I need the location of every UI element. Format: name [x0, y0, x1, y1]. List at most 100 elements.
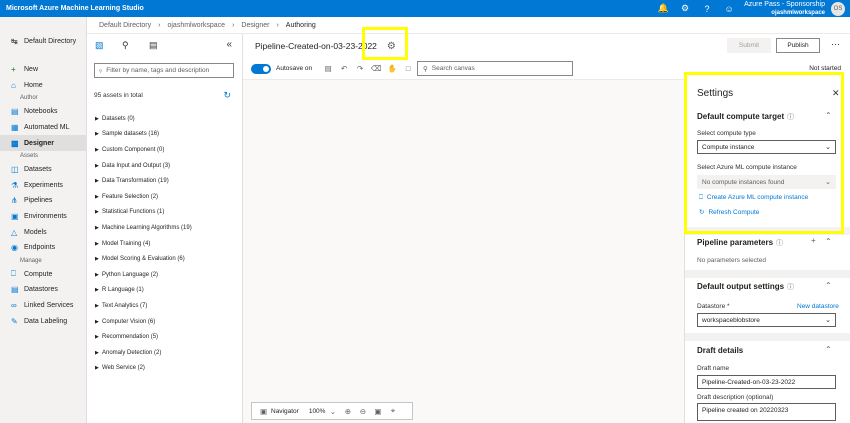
- nav-item-datasets[interactable]: ◫ Datasets: [0, 162, 86, 178]
- search-icon: ⚲: [423, 65, 428, 73]
- zoom-out-icon[interactable]: ⊖: [355, 407, 370, 416]
- asset-category[interactable]: ▶ Model Scoring & Evaluation (6): [95, 251, 192, 267]
- asset-category[interactable]: ▶ Web Service (2): [95, 361, 192, 377]
- endpoints-icon: ◉: [11, 243, 18, 253]
- caret-right-icon: ▶: [95, 256, 99, 263]
- left-nav: ↹ Default Directory + New ⌂ Home Author …: [0, 17, 87, 423]
- nav-item-models[interactable]: △ Models: [0, 224, 86, 240]
- nav-item-label: Notebooks: [24, 108, 58, 116]
- asset-category[interactable]: ▶ Statistical Functions (1): [95, 205, 192, 221]
- chevron-up-icon[interactable]: ⌃: [825, 281, 832, 290]
- asset-category[interactable]: ▶ Feature Selection (2): [95, 189, 192, 205]
- breadcrumb-item[interactable]: Designer: [241, 22, 269, 29]
- breadcrumb-current: Authoring: [285, 21, 316, 29]
- asset-category-label: Sample datasets (16): [102, 131, 160, 138]
- breadcrumb-item[interactable]: Default Directory: [99, 22, 151, 29]
- zoom-in-icon[interactable]: ⊕: [340, 407, 355, 416]
- designer-canvas[interactable]: ▣ Navigator 100% ⌄ ⊕ ⊖ ▣ ⌖: [243, 80, 684, 423]
- info-icon[interactable]: ⓘ: [787, 284, 794, 291]
- asset-category[interactable]: ▶ Computer Vision (6): [95, 314, 192, 330]
- pan-icon[interactable]: ✋: [384, 64, 400, 73]
- document-icon[interactable]: ▤: [149, 40, 176, 51]
- nav-item-label: Models: [24, 228, 47, 236]
- nav-item-notebooks[interactable]: ▤ Notebooks: [0, 104, 86, 120]
- comment-icon[interactable]: □: [400, 64, 416, 73]
- avatar[interactable]: OS: [831, 1, 845, 16]
- asset-category[interactable]: ▶ Text Analytics (7): [95, 298, 192, 314]
- submit-button[interactable]: Submit: [727, 38, 771, 53]
- asset-category[interactable]: ▶ Anomaly Detection (2): [95, 345, 192, 361]
- redo-icon[interactable]: ↷: [352, 64, 368, 73]
- nav-item-endpoints[interactable]: ◉ Endpoints: [0, 240, 86, 256]
- add-parameter-icon[interactable]: +: [811, 236, 816, 245]
- nav-item-label: Pipelines: [24, 197, 53, 205]
- search-canvas-input[interactable]: ⚲ Search canvas: [417, 61, 573, 76]
- autosave-toggle[interactable]: [251, 63, 271, 74]
- publish-button[interactable]: Publish: [776, 38, 820, 53]
- nav-item-label: Experiments: [24, 181, 63, 189]
- asset-category-label: Recommendation (5): [102, 334, 159, 341]
- fit-icon[interactable]: ▣: [370, 407, 385, 416]
- section-title: Default output settings: [697, 282, 785, 291]
- asset-category[interactable]: ▶ Recommendation (5): [95, 329, 192, 345]
- nav-item-label: Designer: [24, 139, 54, 147]
- info-icon[interactable]: ⓘ: [776, 240, 783, 247]
- asset-category-label: Python Language (2): [102, 271, 159, 278]
- caret-right-icon: ▶: [95, 131, 99, 138]
- caret-right-icon: ▶: [95, 146, 99, 153]
- new-datastore-link[interactable]: New datastore: [797, 303, 839, 310]
- asset-category[interactable]: ▶ Python Language (2): [95, 267, 192, 283]
- reset-view-icon[interactable]: ⌖: [385, 406, 400, 416]
- nav-item-experiments[interactable]: ⚗ Experiments: [0, 178, 86, 194]
- asset-category[interactable]: ▶ Data Transformation (19): [95, 173, 192, 189]
- refresh-icon[interactable]: ↻: [223, 90, 231, 101]
- navigator-icon[interactable]: ▣: [256, 407, 271, 416]
- datastore-select[interactable]: workspaceblobstore ⌄: [697, 313, 836, 327]
- bell-icon[interactable]: 🔔: [652, 3, 674, 14]
- undo-icon[interactable]: ↶: [336, 64, 352, 73]
- help-icon[interactable]: ?: [696, 4, 718, 14]
- nav-item-new[interactable]: + New: [0, 62, 86, 78]
- nav-item-label: Datasets: [24, 166, 52, 174]
- draft-name-input[interactable]: Pipeline-Created-on-03-23-2022: [697, 375, 836, 389]
- more-options-icon[interactable]: ⋯: [831, 39, 840, 50]
- navigator-label[interactable]: Navigator: [271, 408, 299, 415]
- collapse-panel-icon[interactable]: «: [226, 39, 232, 50]
- library-icon[interactable]: ▧: [95, 40, 122, 51]
- asset-category-label: Web Service (2): [102, 365, 145, 372]
- asset-category-label: Custom Component (0): [102, 146, 165, 153]
- nav-item-pipelines[interactable]: ⋔ Pipelines: [0, 193, 86, 209]
- nav-item-designer[interactable]: ▩ Designer: [0, 135, 86, 151]
- nav-item-environments[interactable]: ▣ Environments: [0, 209, 86, 225]
- nav-item-automated-ml[interactable]: ▦ Automated ML: [0, 120, 86, 136]
- asset-category[interactable]: ▶ Datasets (0): [95, 111, 192, 127]
- nav-item-data-labeling[interactable]: ✎ Data Labeling: [0, 313, 86, 329]
- asset-category[interactable]: ▶ Machine Learning Algorithms (19): [95, 220, 192, 236]
- account-info[interactable]: Azure Pass - Sponsorship ojashmlworkspac…: [740, 1, 831, 17]
- smiley-icon[interactable]: ☺: [718, 4, 740, 14]
- caret-right-icon: ▶: [95, 302, 99, 309]
- asset-category-label: Model Scoring & Evaluation (6): [102, 256, 185, 263]
- asset-category[interactable]: ▶ Data Input and Output (3): [95, 158, 192, 174]
- breadcrumb-item[interactable]: ojashmlworkspace: [167, 22, 225, 29]
- pipeline-name[interactable]: Pipeline-Created-on-03-23-2022: [255, 41, 377, 51]
- delete-icon[interactable]: ⌫: [368, 64, 384, 73]
- gear-icon[interactable]: ⚙: [674, 3, 696, 14]
- default-directory-link[interactable]: ↹ Default Directory: [0, 33, 86, 49]
- asset-category[interactable]: ▶ Custom Component (0): [95, 142, 192, 158]
- chevron-up-icon[interactable]: ⌃: [825, 345, 832, 354]
- draft-desc-input[interactable]: Pipeline created on 20220323: [697, 403, 836, 421]
- asset-category[interactable]: ▶ R Language (1): [95, 283, 192, 299]
- asset-category[interactable]: ▶ Model Training (4): [95, 236, 192, 252]
- nav-item-compute[interactable]: ⎕ Compute: [0, 267, 86, 283]
- chevron-down-icon[interactable]: ⌄: [325, 407, 340, 416]
- datastore-value: workspaceblobstore: [702, 316, 760, 324]
- nav-item-datastores[interactable]: ▤ Datastores: [0, 282, 86, 298]
- save-icon[interactable]: ▤: [320, 64, 336, 73]
- nav-item-home[interactable]: ⌂ Home: [0, 78, 86, 94]
- nav-item-linked-services[interactable]: ∞ Linked Services: [0, 298, 86, 314]
- search-icon[interactable]: ⚲: [122, 40, 149, 51]
- asset-search-input[interactable]: ▿ Filter by name, tags and description: [94, 63, 234, 78]
- asset-category[interactable]: ▶ Sample datasets (16): [95, 127, 192, 143]
- chevron-up-icon[interactable]: ⌃: [825, 237, 832, 246]
